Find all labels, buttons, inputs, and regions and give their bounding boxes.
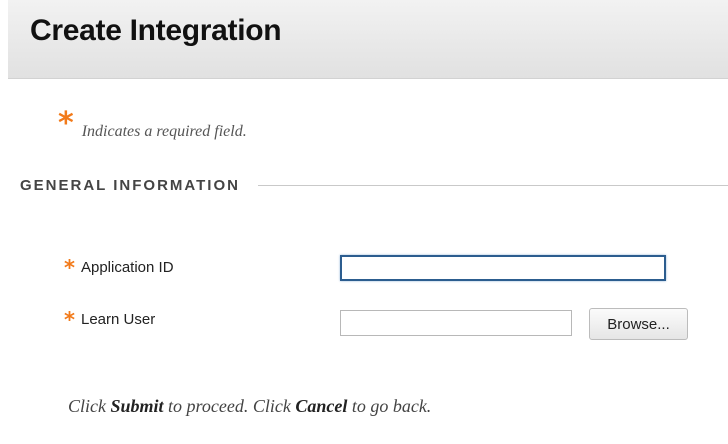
required-star-icon: *	[64, 308, 75, 332]
application-id-input[interactable]	[340, 255, 666, 281]
footer-text-3: to go back.	[347, 396, 432, 416]
required-note-text: Indicates a required field.	[81, 123, 247, 140]
application-id-label: * Application ID	[64, 252, 174, 282]
learn-user-input[interactable]	[340, 310, 572, 336]
application-id-row: * Application ID	[0, 252, 728, 282]
browse-button[interactable]: Browse...	[589, 308, 688, 340]
required-star-icon: *	[58, 106, 74, 141]
application-id-label-text: Application ID	[80, 258, 174, 276]
page-title: Create Integration	[30, 14, 282, 47]
learn-user-row: * Learn User Browse...	[0, 304, 728, 340]
footer-text-1: Click	[68, 396, 111, 416]
cancel-word: Cancel	[295, 396, 348, 416]
learn-user-label: * Learn User	[64, 304, 155, 334]
footer-text-2: to proceed. Click	[163, 396, 296, 416]
section-title: GENERAL INFORMATION	[20, 176, 240, 194]
required-star-icon: *	[64, 256, 75, 280]
page-header: Create Integration	[8, 0, 728, 79]
general-information-section: GENERAL INFORMATION	[20, 174, 728, 196]
submit-word: Submit	[110, 396, 164, 416]
required-field-note: * Indicates a required field.	[58, 106, 247, 146]
learn-user-label-text: Learn User	[80, 310, 156, 328]
footer-instructions: Click Submit to proceed. Click Cancel to…	[68, 396, 431, 417]
section-divider	[257, 184, 728, 186]
